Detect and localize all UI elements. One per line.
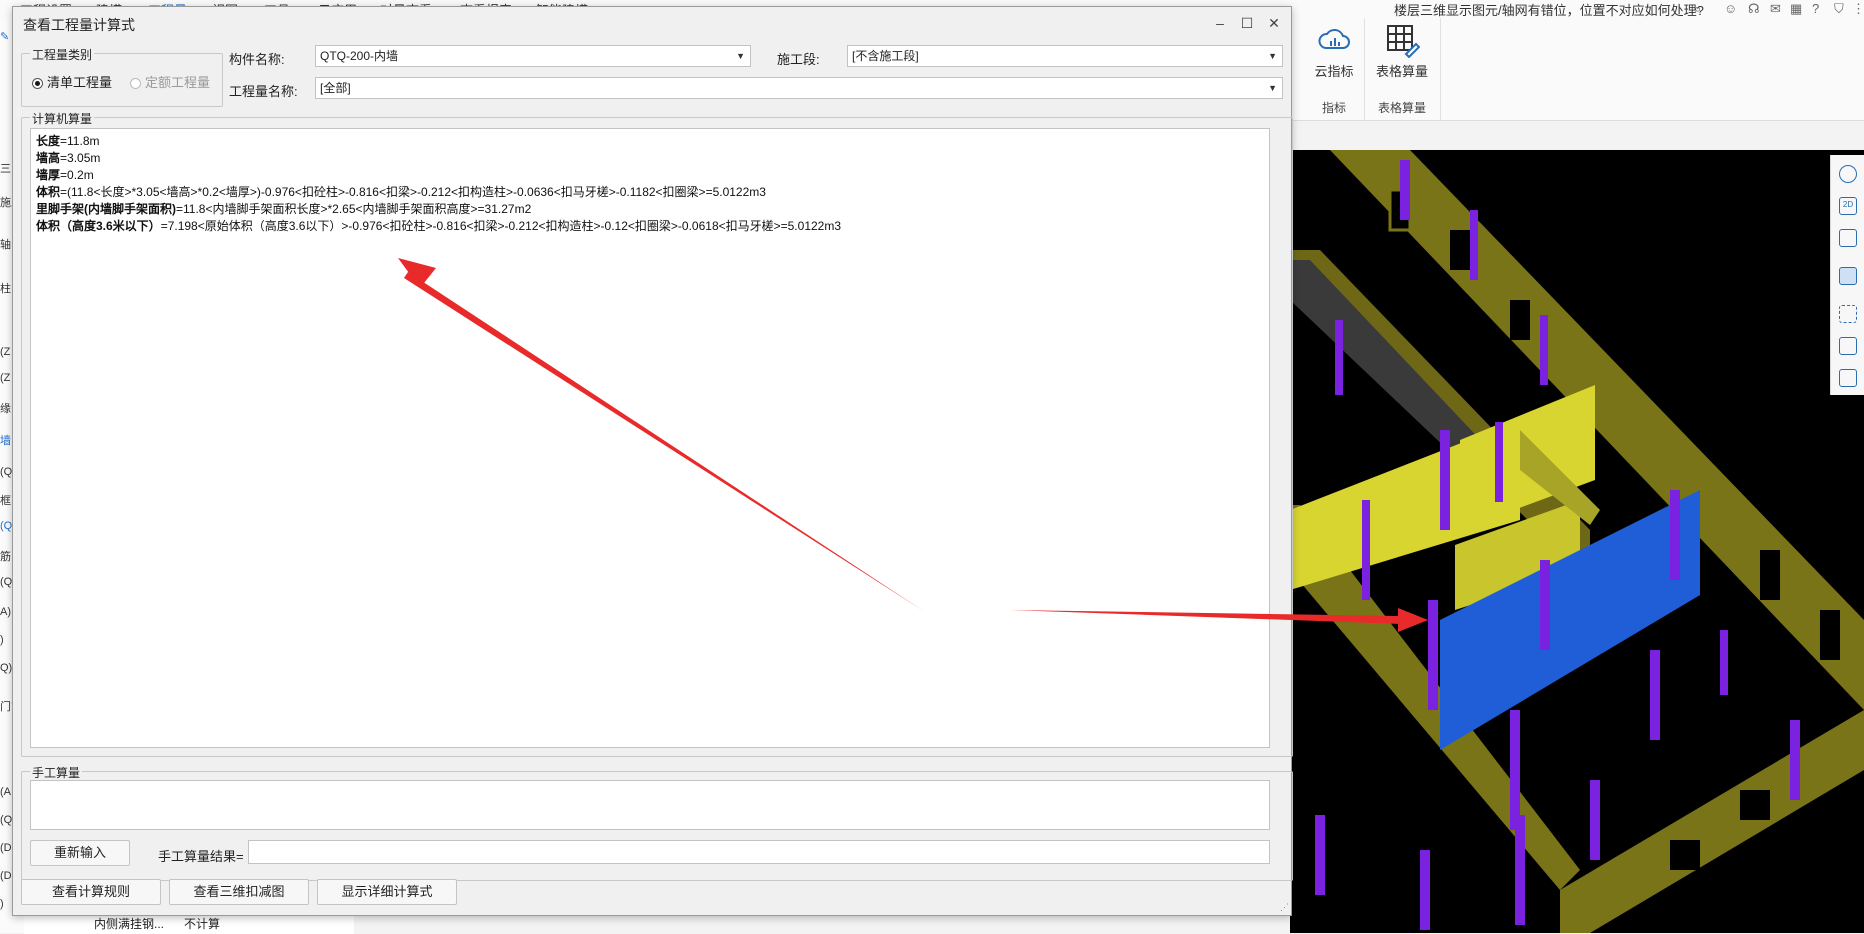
annotation-arrow-right (1010, 610, 1402, 624)
annotation-arrows (398, 258, 1428, 632)
arrow-head-up (398, 258, 436, 288)
arrow-head-right (1398, 608, 1428, 632)
annotation-arrow-up (404, 272, 925, 612)
